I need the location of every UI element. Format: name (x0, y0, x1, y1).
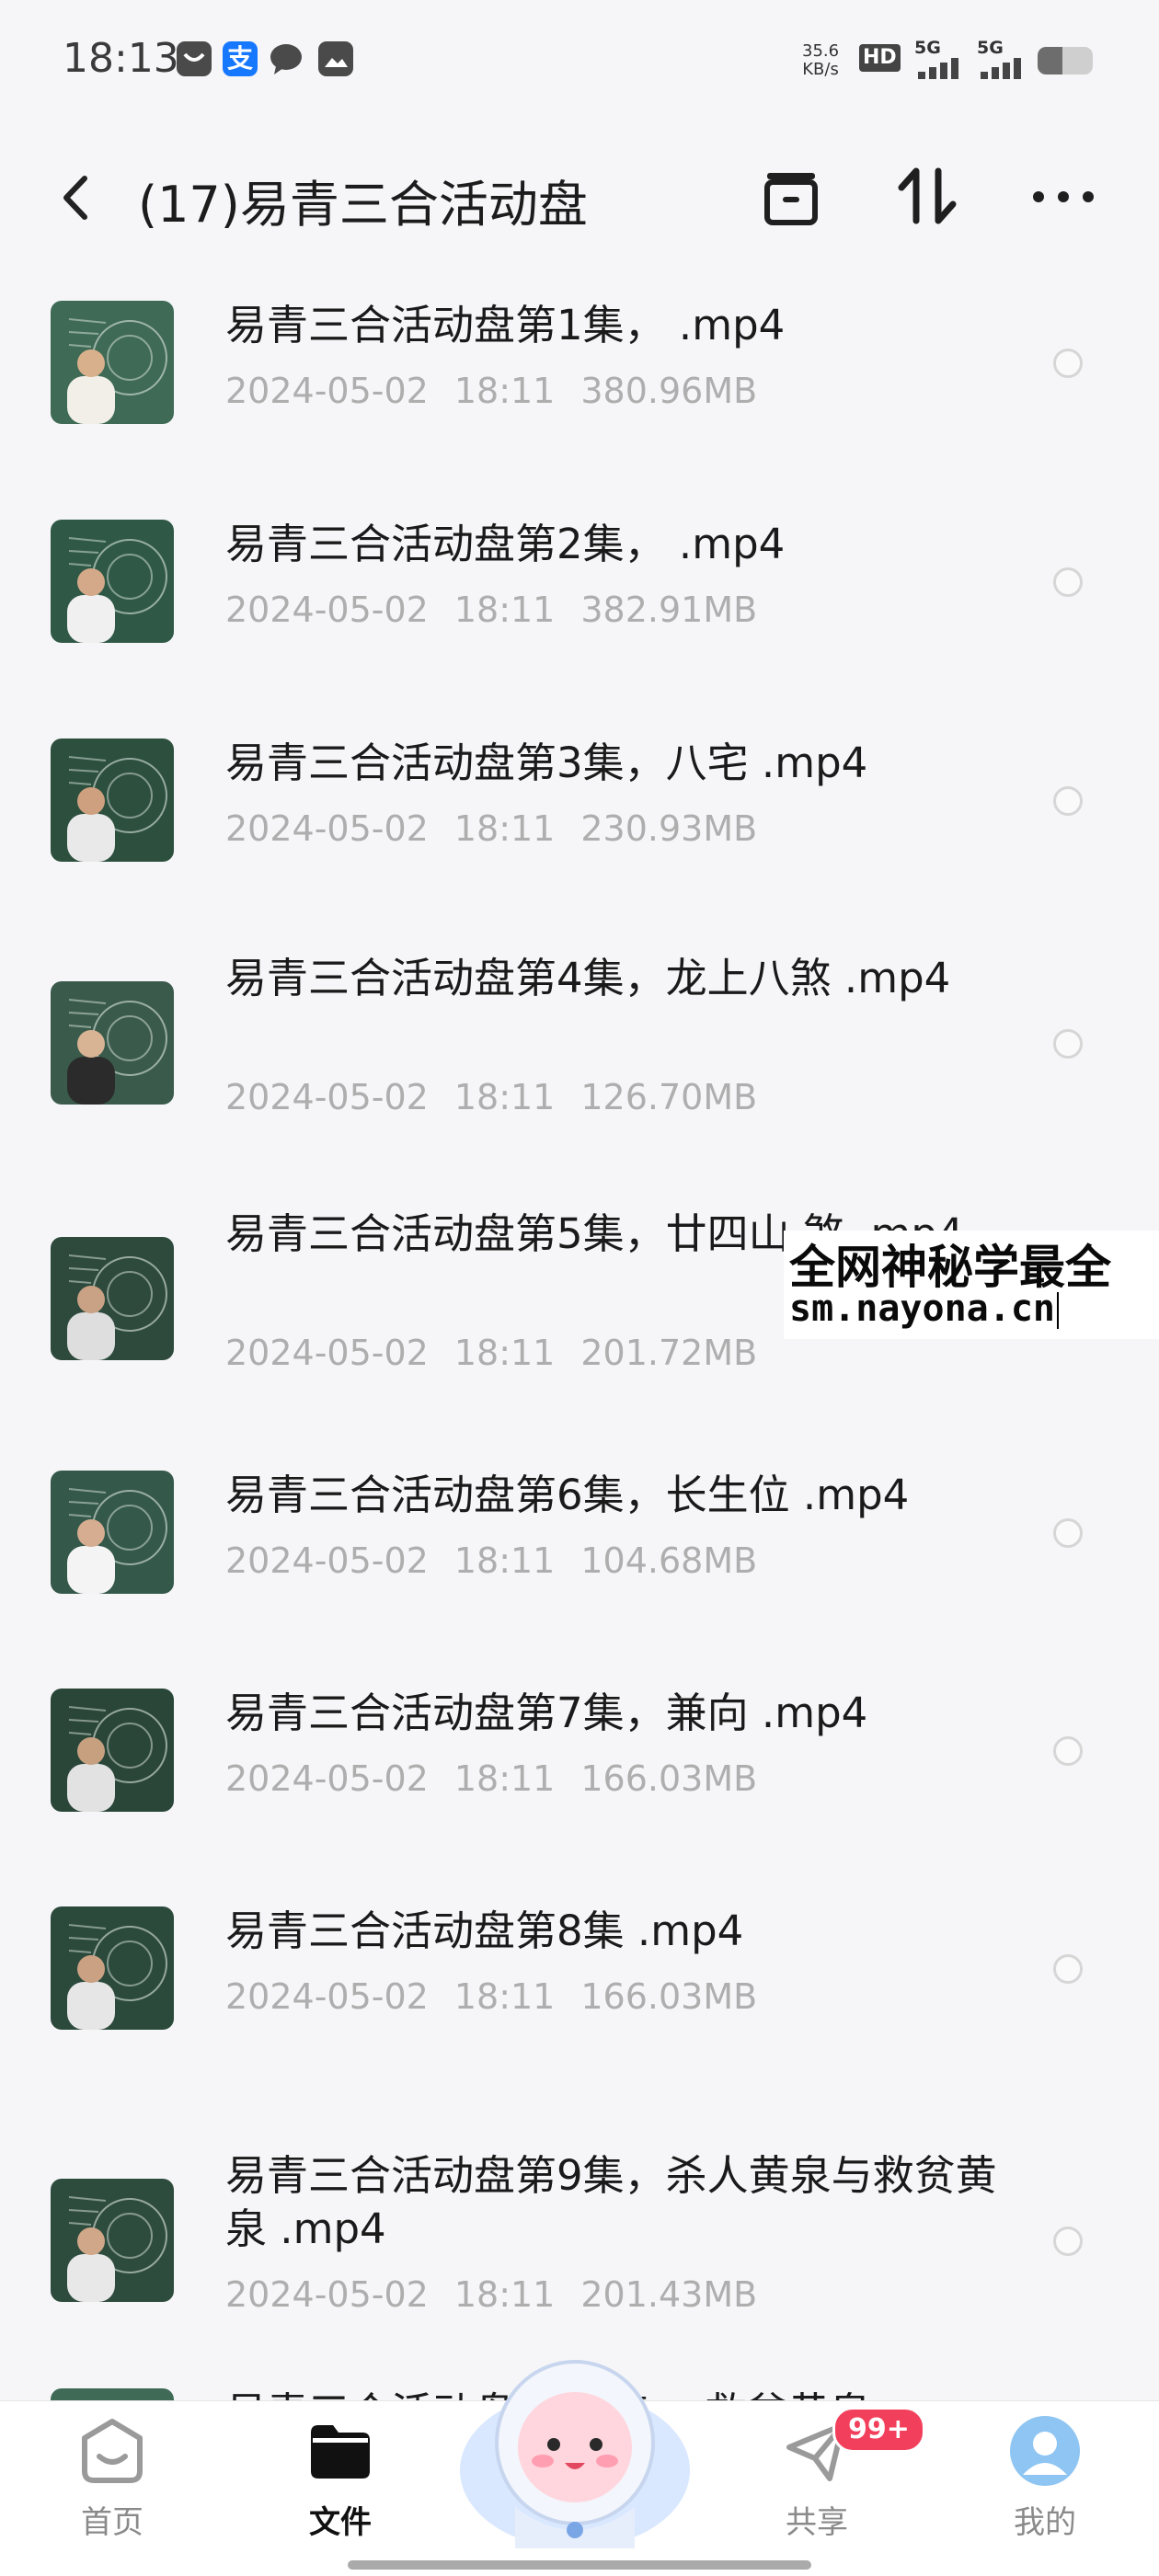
watermark-overlay: 全网神秘学最全 sm.nayona.cn (784, 1231, 1159, 1339)
file-date: 2024-05-02 (225, 590, 429, 630)
file-name: 易青三合活动盘第7集，兼向 .mp4 (225, 1689, 868, 1737)
file-row[interactable]: 易青三合活动盘第7集，兼向 .mp4 2024-05-02 18:11 166.03M… (0, 1687, 1159, 1861)
select-radio[interactable] (1053, 2227, 1083, 2256)
file-name: 易青三合活动盘第3集，八宅 .mp4 (225, 738, 868, 787)
file-date: 2024-05-02 (225, 1077, 429, 1117)
file-size: 201.72MB (580, 1333, 758, 1373)
home-icon (82, 2419, 143, 2483)
file-time: 18:11 (453, 1976, 556, 2017)
file-time: 18:11 (453, 808, 556, 849)
select-radio[interactable] (1053, 1518, 1083, 1548)
file-row[interactable]: 易青三合活动盘第6集，长生位 .mp4 2024-05-02 18:11 104.68… (0, 1469, 1159, 1643)
file-time: 18:11 (453, 371, 556, 411)
file-meta: 2024-05-02 18:11 230.93MB (225, 808, 783, 849)
file-meta: 2024-05-02 18:11 166.03MB (225, 1758, 783, 1799)
file-size: 126.70MB (580, 1077, 758, 1117)
more-icon[interactable] (1027, 160, 1100, 234)
select-radio[interactable] (1053, 1736, 1083, 1766)
select-all-icon[interactable] (754, 160, 828, 234)
video-thumbnail[interactable] (51, 2179, 174, 2302)
video-thumbnail[interactable] (51, 1689, 174, 1812)
file-name: 易青三合活动盘第8集 .mp4 (225, 1906, 744, 1955)
video-thumbnail[interactable] (51, 520, 174, 643)
video-thumbnail[interactable] (51, 738, 174, 862)
file-time: 18:11 (453, 1540, 556, 1581)
page-title: (17)易青三合活动盘 (138, 176, 588, 234)
file-time: 18:11 (453, 1758, 556, 1799)
file-date: 2024-05-02 (225, 1758, 429, 1799)
folder-icon (311, 2425, 370, 2479)
file-size: 382.91MB (580, 590, 758, 630)
file-row[interactable]: 易青三合活动盘第2集， .mp4 2024-05-02 18:11 382.91MB (0, 518, 1159, 693)
file-date: 2024-05-02 (225, 808, 429, 849)
file-size: 166.03MB (580, 1976, 758, 2017)
file-time: 18:11 (453, 1077, 556, 1117)
file-list[interactable]: 易青三合活动盘第1集， .mp4 2024-05-02 18:11 380.96MB 易… (0, 0, 1159, 2400)
file-meta: 2024-05-02 18:11 104.68MB (225, 1540, 783, 1581)
select-radio[interactable] (1053, 349, 1083, 378)
file-date: 2024-05-02 (225, 371, 429, 411)
video-thumbnail[interactable] (51, 1471, 174, 1594)
file-name: 易青三合活动盘第6集，长生位 .mp4 (225, 1471, 910, 1519)
file-meta: 2024-05-02 18:11 201.43MB (225, 2274, 783, 2315)
text-cursor (1056, 1292, 1059, 1329)
nav-profile-label: 我的 (1014, 2504, 1076, 2541)
bottom-nav: 首页 文件 共享 我的 (0, 2360, 1159, 2576)
select-radio[interactable] (1053, 786, 1083, 816)
file-row[interactable]: 易青三合活动盘第1集， .mp4 2024-05-02 18:11 380.96MB (0, 299, 1159, 474)
file-name: 易青三合活动盘第1集， .mp4 (225, 301, 786, 349)
file-name: 易青三合活动盘第2集， .mp4 (225, 520, 786, 568)
watermark-url: sm.nayona.cn (789, 1288, 1055, 1330)
select-radio[interactable] (1053, 1954, 1083, 1984)
file-meta: 2024-05-02 18:11 126.70MB (225, 1077, 783, 1117)
select-radio[interactable] (1053, 567, 1083, 597)
nav-home-label: 首页 (81, 2504, 143, 2541)
sort-icon[interactable] (890, 160, 964, 234)
file-time: 18:11 (453, 1333, 556, 1373)
file-size: 230.93MB (580, 808, 758, 849)
watermark-line2: sm.nayona.cn (789, 1288, 1059, 1330)
file-size: 104.68MB (580, 1540, 758, 1581)
video-thumbnail[interactable] (51, 981, 174, 1105)
share-count-badge: 99+ (832, 2407, 925, 2453)
video-thumbnail[interactable] (51, 301, 174, 424)
file-date: 2024-05-02 (225, 1540, 429, 1581)
file-name: 易青三合活动盘第4集，龙上八煞 .mp4 (225, 954, 951, 1002)
nav-share-label: 共享 (786, 2504, 848, 2541)
file-date: 2024-05-02 (225, 1333, 429, 1373)
top-bar: (17)易青三合活动盘 (0, 147, 1159, 248)
nav-files[interactable]: 文件 (276, 2414, 405, 2552)
file-time: 18:11 (453, 2274, 556, 2315)
profile-icon (1010, 2416, 1080, 2486)
file-row[interactable]: 易青三合活动盘第3集，八宅 .mp4 2024-05-02 18:11 230.93M… (0, 737, 1159, 911)
file-meta: 2024-05-02 18:11 382.91MB (225, 590, 783, 630)
nav-profile[interactable]: 我的 (981, 2414, 1109, 2552)
file-meta: 2024-05-02 18:11 380.96MB (225, 371, 783, 411)
mascot-assistant-icon[interactable] (451, 2341, 699, 2558)
file-row[interactable]: 易青三合活动盘第4集，龙上八煞 .mp4 2024-05-02 18:11 126.7… (0, 952, 1159, 1182)
video-thumbnail[interactable] (51, 1237, 174, 1360)
nav-files-label: 文件 (309, 2504, 372, 2541)
select-radio[interactable] (1053, 1029, 1083, 1059)
file-row[interactable]: 易青三合活动盘第8集 .mp4 2024-05-02 18:11 166.03MB (0, 1905, 1159, 2079)
file-date: 2024-05-02 (225, 1976, 429, 2017)
file-time: 18:11 (453, 590, 556, 630)
back-arrow-icon[interactable] (48, 167, 103, 228)
file-name: 易青三合活动盘第9集，杀人黄泉与救贫黄泉 .mp4 (225, 2151, 997, 2253)
nav-home[interactable]: 首页 (48, 2414, 177, 2552)
file-size: 380.96MB (580, 371, 758, 411)
file-size: 166.03MB (580, 1758, 758, 1799)
file-meta: 2024-05-02 18:11 166.03MB (225, 1976, 783, 2017)
video-thumbnail[interactable] (51, 1906, 174, 2030)
file-size: 201.43MB (580, 2274, 758, 2315)
home-indicator[interactable] (348, 2560, 811, 2570)
file-meta: 2024-05-02 18:11 201.72MB (225, 1333, 783, 1373)
file-date: 2024-05-02 (225, 2274, 429, 2315)
video-thumbnail[interactable] (51, 2388, 174, 2400)
